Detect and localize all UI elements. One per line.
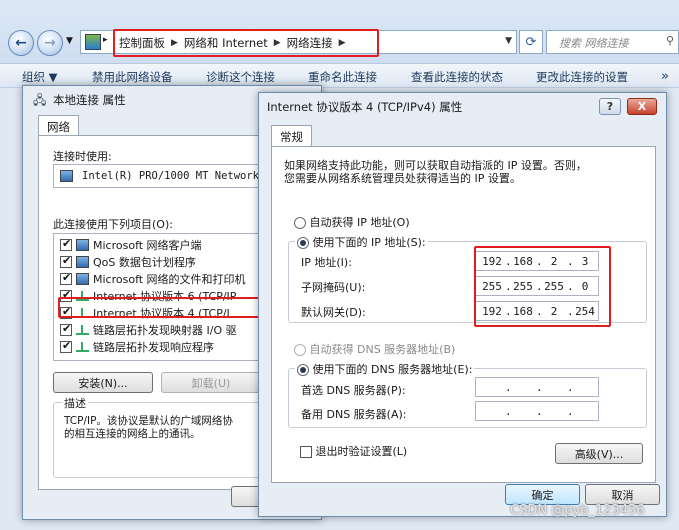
search-input[interactable]: 搜索 网络连接 ⚲	[546, 30, 679, 54]
auto-ip-radio[interactable]	[294, 217, 306, 229]
cmd-organize[interactable]: 组织 ▼	[22, 69, 58, 85]
ok-button[interactable]: 确定	[505, 484, 580, 505]
preferred-dns-field[interactable]: . . .	[475, 377, 599, 397]
ip-address-label: IP 地址(I):	[301, 256, 352, 269]
manual-dns-radio[interactable]	[297, 364, 309, 376]
ip-dot: .	[505, 405, 512, 418]
ip-dot: .	[505, 381, 512, 394]
auto-dns-label: 自动获得 DNS 服务器地址(B)	[309, 343, 456, 356]
auto-dns-option[interactable]: 自动获得 DNS 服务器地址(B)	[294, 341, 455, 357]
install-button[interactable]: 安装(N)...	[53, 372, 153, 393]
alternate-dns-field[interactable]: . . .	[475, 401, 599, 421]
validate-checkbox[interactable]	[300, 446, 312, 458]
ip-dot: .	[567, 405, 574, 418]
dialog-title: Internet 协议版本 4 (TCP/IPv4) 属性	[267, 100, 463, 114]
client-icon	[76, 238, 89, 251]
item-checkbox[interactable]	[60, 254, 72, 268]
validate-option[interactable]: 退出时验证设置(L)	[300, 443, 407, 459]
ipv4-properties-dialog: Internet 协议版本 4 (TCP/IPv4) 属性 ? X 常规 如果网…	[258, 92, 667, 517]
item-checkbox[interactable]	[60, 271, 72, 285]
description-text: TCP/IP。该协议是默认的广域网络协 的相互连接的网络上的通讯。	[64, 415, 233, 440]
auto-dns-radio[interactable]	[294, 344, 306, 356]
cmd-diagnose[interactable]: 诊断这个连接	[206, 69, 275, 85]
refresh-icon[interactable]: ⟳	[519, 30, 543, 54]
auto-ip-label: 自动获得 IP 地址(O)	[309, 216, 410, 229]
address-bar[interactable]: ▸ 控制面板 ▶ 网络和 Internet ▶ 网络连接 ▶ ▼	[80, 29, 517, 57]
connect-using-label: 连接时使用:	[53, 150, 112, 163]
search-icon: ⚲	[665, 34, 674, 47]
protocol-icon	[76, 324, 89, 335]
dialog-title: 本地连接 属性	[53, 93, 126, 107]
manual-ip-label: 使用下面的 IP 地址(S):	[312, 236, 426, 249]
help-button[interactable]: ?	[599, 98, 621, 115]
watermark: CSDN @pyb_123456	[510, 503, 645, 518]
address-dropdown-icon[interactable]: ▼	[505, 36, 512, 46]
cancel-button[interactable]: 取消	[585, 484, 660, 505]
search-placeholder: 搜索 网络连接	[559, 37, 629, 50]
ip-dot: .	[536, 405, 543, 418]
validate-label: 退出时验证设置(L)	[315, 445, 408, 458]
auto-ip-option[interactable]: 自动获得 IP 地址(O)	[294, 214, 410, 230]
breadcrumb-network-internet[interactable]: 网络和 Internet	[184, 35, 268, 51]
chevron-right-icon[interactable]: ▶	[339, 38, 346, 48]
breadcrumb: 控制面板 ▶ 网络和 Internet ▶ 网络连接 ▶	[119, 35, 346, 51]
list-item[interactable]: Microsoft 网络的文件和打印机	[60, 270, 246, 287]
list-item[interactable]: 链路层拓扑发现映射器 I/O 驱	[60, 321, 237, 338]
default-gateway-label: 默认网关(D):	[301, 306, 366, 319]
item-label: 链路层拓扑发现映射器 I/O 驱	[93, 323, 237, 337]
close-button[interactable]: X	[627, 98, 657, 115]
explorer-toolbar: ← → ▼ ▸ 控制面板 ▶ 网络和 Internet ▶ 网络连接 ▶ ▼ ⟳…	[0, 0, 679, 64]
general-tab-panel: 如果网络支持此功能，则可以获取自动指派的 IP 设置。否则， 您需要从网络系统管…	[271, 146, 656, 483]
manual-dns-option[interactable]: 使用下面的 DNS 服务器地址(E):	[295, 361, 475, 377]
highlight-box-ip-fields	[474, 246, 611, 327]
tab-general[interactable]: 常规	[271, 125, 312, 148]
item-checkbox[interactable]	[60, 322, 72, 336]
list-item[interactable]: 链路层拓扑发现响应程序	[60, 338, 214, 355]
network-adapter-icon: 🖧	[33, 93, 47, 107]
breadcrumb-network-connections[interactable]: 网络连接	[287, 35, 333, 51]
uninstall-button[interactable]: 卸载(U)	[161, 372, 261, 393]
adapter-name: Intel(R) PRO/1000 MT Network C	[82, 170, 272, 182]
chevron-right-icon[interactable]: ▶	[171, 38, 178, 48]
item-label: Microsoft 网络客户端	[93, 238, 202, 252]
preferred-dns-label: 首选 DNS 服务器(P):	[301, 384, 406, 397]
cmd-disable-device[interactable]: 禁用此网络设备	[92, 69, 173, 85]
description-label: 描述	[62, 395, 88, 411]
list-item[interactable]: Microsoft 网络客户端	[60, 236, 202, 253]
manual-ip-radio[interactable]	[297, 237, 309, 249]
intro-line-2: 您需要从网络系统管理员处获得适当的 IP 设置。	[284, 172, 521, 185]
cmd-view-status[interactable]: 查看此连接的状态	[411, 69, 503, 85]
cmd-change-settings[interactable]: 更改此连接的设置	[536, 69, 628, 85]
breadcrumb-control-panel[interactable]: 控制面板	[119, 35, 165, 51]
ip-dot: .	[536, 381, 543, 394]
chevron-right-icon: ▸	[103, 35, 108, 45]
more-icon[interactable]: »	[661, 69, 669, 84]
network-adapter-icon	[60, 170, 73, 182]
cmd-rename[interactable]: 重命名此连接	[308, 69, 377, 85]
back-arrow-icon[interactable]: ←	[8, 30, 34, 56]
history-dropdown-icon[interactable]: ▼	[66, 36, 73, 46]
control-panel-icon	[85, 34, 101, 50]
item-checkbox[interactable]	[60, 339, 72, 353]
manual-dns-label: 使用下面的 DNS 服务器地址(E):	[312, 363, 473, 376]
item-checkbox[interactable]	[60, 237, 72, 251]
item-label: 链路层拓扑发现响应程序	[93, 340, 214, 354]
manual-ip-option[interactable]: 使用下面的 IP 地址(S):	[295, 234, 428, 250]
list-item[interactable]: QoS 数据包计划程序	[60, 253, 196, 270]
service-icon	[76, 255, 89, 268]
item-label: Microsoft 网络的文件和打印机	[93, 272, 246, 286]
titlebar: Internet 协议版本 4 (TCP/IPv4) 属性 ? X	[259, 93, 666, 119]
items-label: 此连接使用下列项目(O):	[53, 218, 173, 231]
item-label: QoS 数据包计划程序	[93, 255, 196, 269]
subnet-mask-label: 子网掩码(U):	[301, 281, 366, 294]
alternate-dns-label: 备用 DNS 服务器(A):	[301, 408, 407, 421]
ip-dot: .	[567, 381, 574, 394]
advanced-button[interactable]: 高级(V)...	[555, 443, 643, 464]
forward-arrow-icon[interactable]: →	[37, 30, 63, 56]
chevron-right-icon[interactable]: ▶	[274, 38, 281, 48]
protocol-icon	[76, 341, 89, 352]
service-icon	[76, 272, 89, 285]
